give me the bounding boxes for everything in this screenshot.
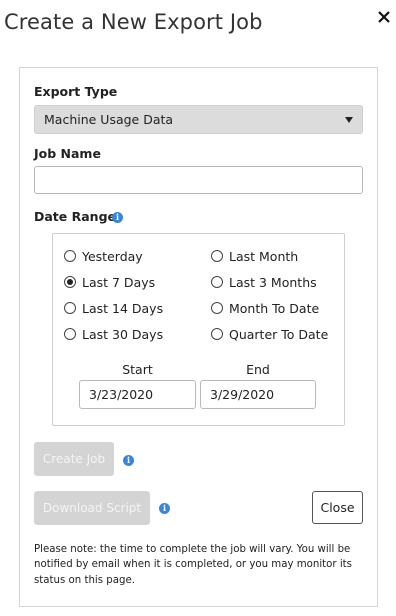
radio-quarter-to-date[interactable]: Quarter To Date bbox=[211, 327, 328, 343]
radio-circle bbox=[211, 328, 223, 340]
radio-label: Last 30 Days bbox=[82, 327, 164, 342]
radio-circle bbox=[211, 250, 223, 262]
chevron-down-icon bbox=[345, 117, 353, 123]
radio-last-7-days[interactable]: Last 7 Days bbox=[64, 275, 155, 291]
job-name-label: Job Name bbox=[34, 146, 101, 161]
export-type-value: Machine Usage Data bbox=[44, 112, 174, 127]
job-note: Please note: the time to complete the jo… bbox=[34, 544, 352, 586]
info-icon[interactable]: i bbox=[159, 503, 170, 514]
radio-month-to-date[interactable]: Month To Date bbox=[211, 301, 319, 317]
radio-label: Last 3 Months bbox=[229, 275, 317, 290]
radio-circle-checked bbox=[64, 276, 76, 288]
job-name-input[interactable] bbox=[34, 166, 363, 194]
create-job-button[interactable]: Create Job bbox=[34, 442, 114, 476]
end-label: End bbox=[246, 362, 270, 377]
radio-label: Quarter To Date bbox=[229, 327, 329, 342]
radio-circle bbox=[211, 276, 223, 288]
radio-label: Month To Date bbox=[229, 301, 320, 316]
close-icon[interactable] bbox=[373, 6, 395, 28]
download-script-button[interactable]: Download Script bbox=[34, 491, 150, 525]
export-type-label: Export Type bbox=[34, 84, 118, 99]
export-type-select[interactable]: Machine Usage Data bbox=[34, 105, 363, 134]
end-date-input[interactable]: 3/29/2020 bbox=[200, 380, 316, 409]
radio-circle bbox=[64, 302, 76, 314]
date-range-label: Date Range bbox=[34, 209, 117, 224]
start-label: Start bbox=[122, 362, 153, 377]
radio-last-month[interactable]: Last Month bbox=[211, 249, 298, 265]
radio-label: Yesterday bbox=[82, 249, 143, 264]
radio-yesterday[interactable]: Yesterday bbox=[64, 249, 143, 265]
radio-last-3-months[interactable]: Last 3 Months bbox=[211, 275, 317, 291]
radio-last-14-days[interactable]: Last 14 Days bbox=[64, 301, 163, 317]
export-job-dialog: Create a New Export Job Export Type Mach… bbox=[0, 0, 396, 616]
radio-circle bbox=[211, 302, 223, 314]
radio-circle bbox=[64, 250, 76, 262]
info-icon[interactable]: i bbox=[123, 455, 134, 466]
radio-circle bbox=[64, 328, 76, 340]
close-button[interactable]: Close bbox=[312, 491, 363, 524]
radio-label: Last Month bbox=[229, 249, 299, 264]
start-date-input[interactable]: 3/23/2020 bbox=[79, 380, 196, 409]
dialog-title: Create a New Export Job bbox=[4, 10, 263, 34]
radio-label: Last 7 Days bbox=[82, 275, 156, 290]
radio-label: Last 14 Days bbox=[82, 301, 164, 316]
info-icon[interactable]: i bbox=[112, 212, 123, 223]
radio-last-30-days[interactable]: Last 30 Days bbox=[64, 327, 163, 343]
